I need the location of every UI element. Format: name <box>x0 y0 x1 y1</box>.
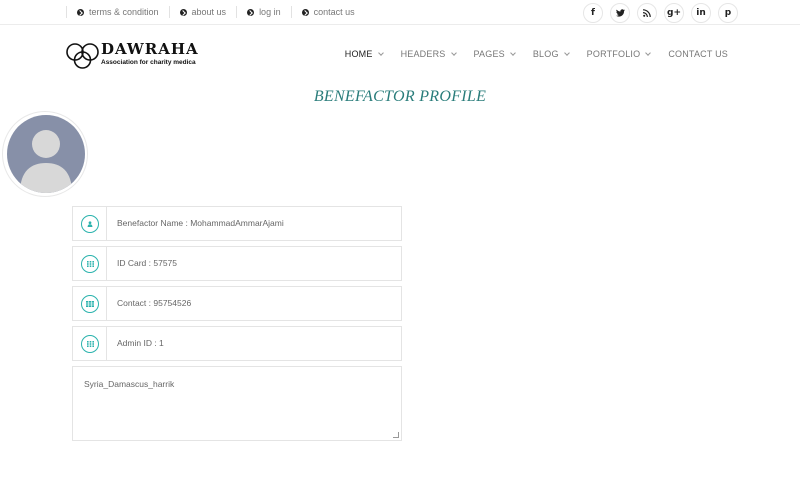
resize-handle-icon[interactable] <box>393 432 399 438</box>
address-textarea[interactable]: Syria_Damascus_harrik <box>72 366 402 441</box>
logo-subtitle: Association for charity medica <box>101 59 196 66</box>
chevron-down-icon <box>450 50 457 56</box>
nav-item-blog[interactable]: BLOG <box>533 49 570 59</box>
admin-id-label: Admin ID : 1 <box>117 338 164 348</box>
logo-emblem-icon <box>66 43 99 69</box>
admin-id-field: Admin ID : 1 <box>72 326 402 361</box>
nav-item-home[interactable]: HOME <box>345 49 384 59</box>
table-icon <box>81 295 99 313</box>
user-icon <box>81 215 99 233</box>
social-links: f g+ in p <box>576 3 738 23</box>
contact-field: Contact : 95754526 <box>72 286 402 321</box>
nav-item-pages[interactable]: PAGES <box>474 49 516 59</box>
grid-icon <box>81 255 99 273</box>
grid-icon <box>81 335 99 353</box>
id-card-label: ID Card : 57575 <box>117 258 178 268</box>
linkedin-icon[interactable]: in <box>691 3 711 23</box>
chevron-down-icon <box>377 50 384 56</box>
nav-item-portfolio[interactable]: PORTFOLIO <box>587 49 652 59</box>
address-text: Syria_Damascus_harrik <box>84 379 175 389</box>
twitter-icon[interactable] <box>610 3 630 23</box>
id-card-field: ID Card : 57575 <box>72 246 402 281</box>
pinterest-icon[interactable]: p <box>718 3 738 23</box>
benefactor-name-label: Benefactor Name : MohammadAmmarAjami <box>117 218 284 228</box>
nav-item-headers[interactable]: HEADERS <box>401 49 457 59</box>
avatar <box>2 111 88 197</box>
twitter-bird-shape <box>615 9 625 17</box>
chevron-down-icon <box>563 50 570 56</box>
arrow-circle-icon <box>301 8 309 16</box>
google-plus-icon[interactable]: g+ <box>664 3 684 23</box>
arrow-circle-icon <box>77 8 84 16</box>
contact-us-link[interactable]: contact us <box>290 6 365 18</box>
arrow-circle-icon <box>179 8 187 16</box>
page-title: BENEFACTOR PROFILE <box>313 88 487 105</box>
site-logo[interactable]: DAWRAHA Association for charity medica <box>66 40 200 72</box>
nav-item-contact-us[interactable]: CONTACT US <box>668 49 728 59</box>
main-nav: HOME HEADERS PAGES BLOG PORTFOLIO CONTAC… <box>327 49 728 59</box>
top-links: terms & condition about us log in contac… <box>66 0 365 24</box>
site-header: DAWRAHA Association for charity medica H… <box>0 25 800 85</box>
arrow-circle-icon <box>247 8 255 16</box>
avatar-placeholder <box>7 115 85 193</box>
terms-link[interactable]: terms & condition <box>66 6 169 18</box>
about-us-link[interactable]: about us <box>168 6 237 18</box>
chevron-down-icon <box>510 50 516 56</box>
benefactor-name-field: Benefactor Name : MohammadAmmarAjami <box>72 206 402 241</box>
rss-shape <box>643 9 651 17</box>
logo-title: DAWRAHA <box>101 40 199 58</box>
facebook-icon[interactable]: f <box>583 3 603 23</box>
contact-label: Contact : 95754526 <box>117 298 192 308</box>
rss-icon[interactable] <box>637 3 657 23</box>
top-bar: terms & condition about us log in contac… <box>0 0 800 25</box>
user-silhouette-icon <box>20 130 72 193</box>
login-link[interactable]: log in <box>236 6 291 18</box>
chevron-down-icon <box>645 50 652 56</box>
